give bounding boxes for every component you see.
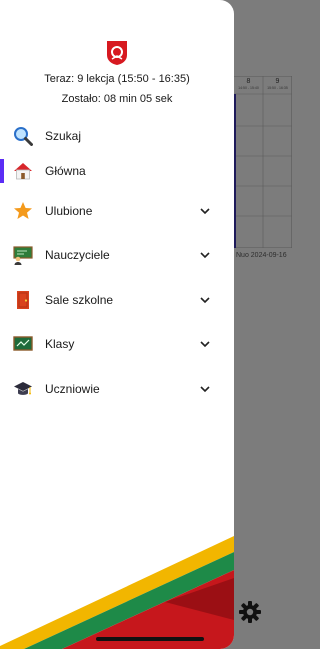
chevron-down-icon <box>200 386 210 393</box>
menu-item-teachers[interactable]: Nauczyciele <box>0 237 234 273</box>
home-indicator <box>96 637 204 641</box>
menu-item-favorites[interactable]: Ulubione <box>0 193 234 229</box>
time-remaining-text: Zostało: 08 min 05 sek <box>61 93 173 105</box>
menu-label: Ulubione <box>45 204 93 218</box>
school-crest-logo <box>107 41 127 65</box>
header-lesson-9: 9 15:50 - 16:35 <box>267 78 288 90</box>
menu-item-home[interactable]: Główna <box>0 153 234 189</box>
settings-gear-icon[interactable] <box>238 600 262 624</box>
valid-from-note: Nuo 2024-09-16 <box>236 252 287 259</box>
chevron-down-icon <box>200 208 210 215</box>
current-lesson-text: Teraz: 9 lekcja (15:50 - 16:35) <box>44 73 190 85</box>
timetable-grid <box>234 76 292 248</box>
menu-label: Szukaj <box>45 129 82 143</box>
menu-label: Sale szkolne <box>45 293 114 307</box>
home-icon <box>14 163 32 180</box>
active-indicator <box>0 159 4 183</box>
menu-label: Uczniowie <box>45 382 100 396</box>
menu-item-classes[interactable]: Klasy <box>0 326 234 362</box>
graduation-cap-icon <box>14 382 32 395</box>
menu-item-students[interactable]: Uczniowie <box>0 371 234 407</box>
chevron-down-icon <box>200 341 210 348</box>
door-icon <box>17 291 29 309</box>
header-lesson-8: 8 14:50 - 15:40 <box>238 78 259 90</box>
teacher-icon <box>13 246 33 265</box>
menu-label: Główna <box>45 164 86 178</box>
navigation-drawer: Teraz: 9 lekcja (15:50 - 16:35) Zostało:… <box>0 0 234 649</box>
menu-label: Nauczyciele <box>45 248 110 262</box>
menu-item-search[interactable]: Szukaj <box>0 118 234 154</box>
menu-label: Klasy <box>45 337 75 351</box>
search-icon <box>14 127 33 146</box>
chevron-down-icon <box>200 252 210 259</box>
chalkboard-icon <box>13 336 33 351</box>
menu-item-classrooms[interactable]: Sale szkolne <box>0 282 234 318</box>
chevron-down-icon <box>200 297 210 304</box>
star-icon <box>14 202 32 219</box>
